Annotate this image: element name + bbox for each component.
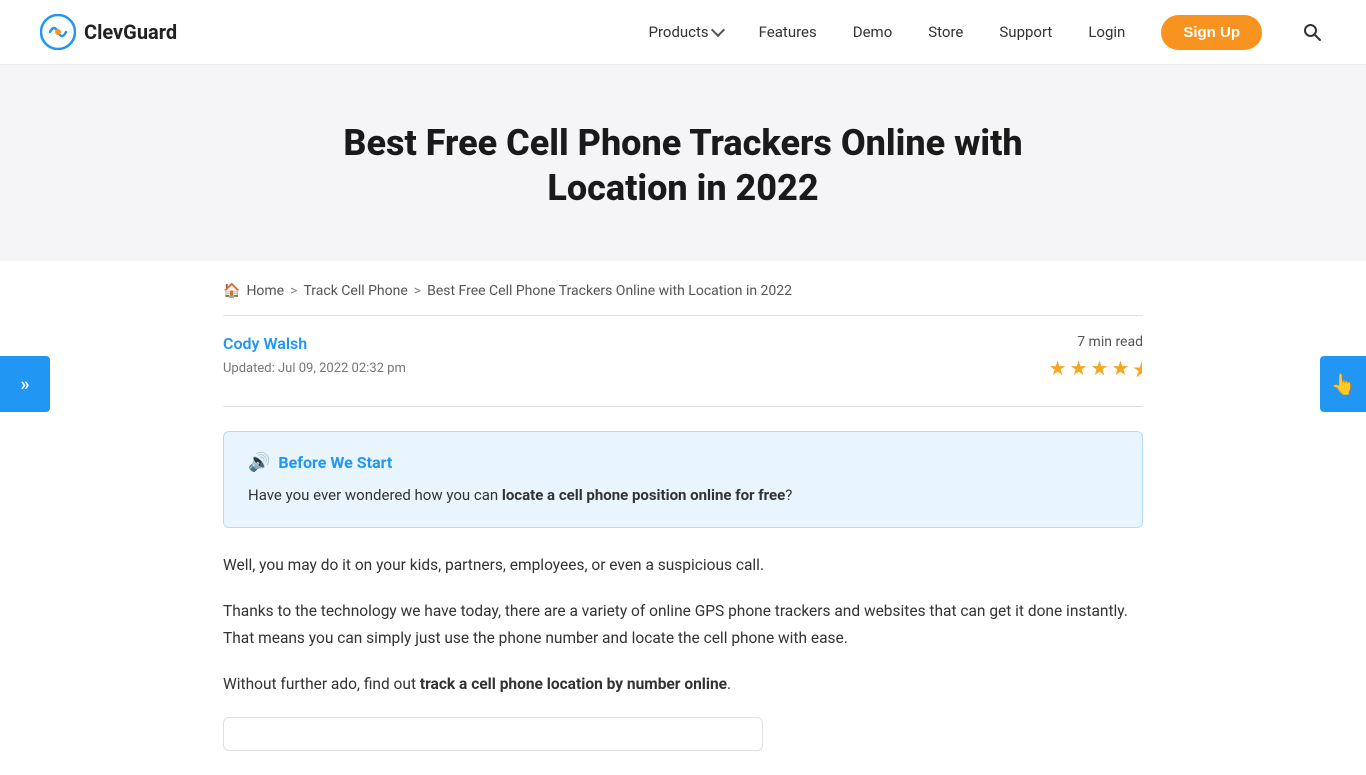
nav-products[interactable]: Products	[648, 23, 722, 41]
meta-left: Cody Walsh Updated: Jul 09, 2022 02:32 p…	[223, 334, 406, 376]
site-header: ClevGuard Products Features Demo Store S…	[0, 0, 1366, 65]
star-5: ⯨	[1132, 356, 1143, 390]
logo-link[interactable]: ClevGuard	[40, 14, 177, 50]
star-rating: ★ ★ ★ ★ ⯨	[1049, 356, 1143, 390]
breadcrumb-sep-1: >	[290, 283, 297, 299]
float-right-button[interactable]: 👆	[1320, 356, 1366, 412]
article-para-1: Well, you may do it on your kids, partne…	[223, 552, 1143, 578]
article-para-3: Without further ado, find out track a ce…	[223, 671, 1143, 697]
home-icon: 🏠	[223, 283, 240, 299]
page-title: Best Free Cell Phone Trackers Online wit…	[273, 121, 1093, 211]
search-icon	[1302, 22, 1322, 42]
main-content: 🏠 Home > Track Cell Phone > Best Free Ce…	[203, 261, 1163, 775]
article-meta: Cody Walsh Updated: Jul 09, 2022 02:32 p…	[223, 316, 1143, 402]
nav-features[interactable]: Features	[759, 23, 817, 41]
search-button[interactable]	[1298, 18, 1326, 46]
logo-text: ClevGuard	[84, 20, 177, 44]
star-4: ★	[1111, 356, 1129, 390]
main-nav: Products Features Demo Store Support Log…	[648, 15, 1326, 50]
nav-login[interactable]: Login	[1088, 23, 1125, 41]
nav-support[interactable]: Support	[999, 23, 1052, 41]
breadcrumb: 🏠 Home > Track Cell Phone > Best Free Ce…	[223, 283, 1143, 299]
breadcrumb-current: Best Free Cell Phone Trackers Online wit…	[427, 283, 792, 299]
read-time: 7 min read	[1049, 334, 1143, 350]
logo-icon	[40, 14, 76, 50]
breadcrumb-area: 🏠 Home > Track Cell Phone > Best Free Ce…	[223, 261, 1143, 316]
star-3: ★	[1091, 356, 1109, 390]
signup-button[interactable]: Sign Up	[1161, 15, 1262, 50]
hand-icon: 👆	[1331, 372, 1356, 396]
nav-demo[interactable]: Demo	[853, 23, 893, 41]
callout-box: 🔊 Before We Start Have you ever wondered…	[223, 431, 1143, 528]
speaker-icon: 🔊	[248, 452, 270, 473]
hero-section: Best Free Cell Phone Trackers Online wit…	[0, 65, 1366, 261]
callout-title: 🔊 Before We Start	[248, 452, 1118, 473]
sidebar-toggle-button[interactable]: »	[0, 356, 50, 412]
article-body: Well, you may do it on your kids, partne…	[223, 552, 1143, 775]
updated-date: Updated: Jul 09, 2022 02:32 pm	[223, 361, 406, 376]
author-link[interactable]: Cody Walsh	[223, 334, 406, 353]
star-1: ★	[1049, 356, 1067, 390]
double-chevron-icon: »	[21, 374, 30, 395]
separator	[223, 406, 1143, 407]
breadcrumb-track-cell-phone[interactable]: Track Cell Phone	[303, 283, 407, 299]
nav-store[interactable]: Store	[928, 23, 963, 41]
article-para-2: Thanks to the technology we have today, …	[223, 598, 1143, 651]
callout-text: Have you ever wondered how you can locat…	[248, 483, 1118, 507]
chevron-down-icon	[711, 23, 725, 37]
breadcrumb-home[interactable]: Home	[246, 283, 284, 299]
breadcrumb-sep-2: >	[414, 283, 421, 299]
meta-right: 7 min read ★ ★ ★ ★ ⯨	[1049, 334, 1143, 390]
star-2: ★	[1070, 356, 1088, 390]
bottom-card	[223, 717, 763, 751]
